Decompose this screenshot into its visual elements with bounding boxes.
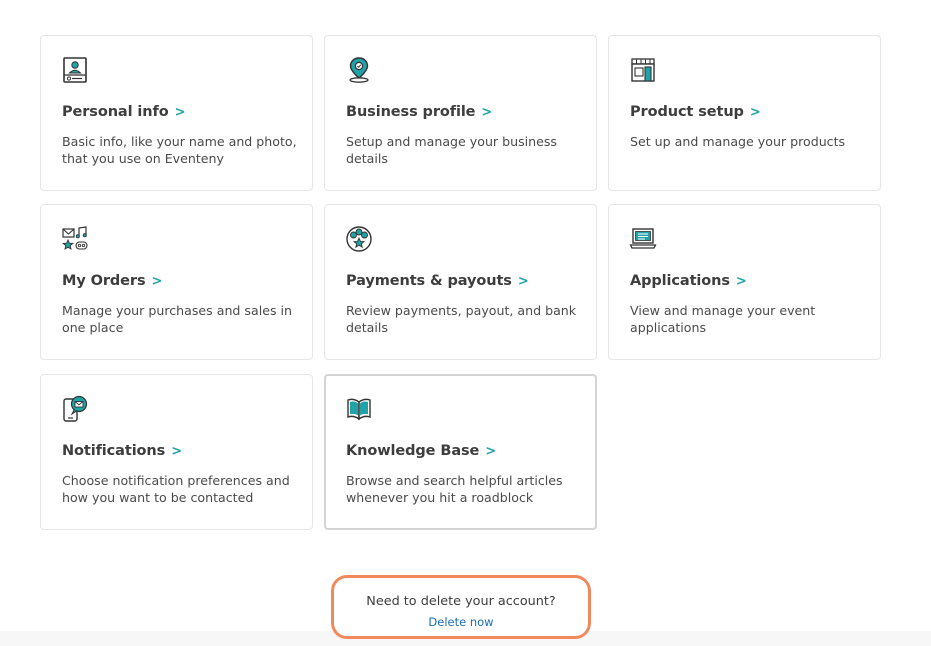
card-description: Manage your purchases and sales in one p…	[62, 303, 292, 335]
card-payments-payouts[interactable]: Payments & payouts > Review payments, pay…	[324, 204, 597, 360]
card-description: Choose notification preferences and how …	[62, 473, 290, 505]
chevron-right-icon: >	[749, 105, 761, 120]
chevron-right-icon: >	[171, 444, 182, 459]
card-description: Review payments, payout, and bank detail…	[346, 303, 577, 335]
card-description: Browse and search helpful articles whene…	[346, 473, 563, 505]
card-business-profile[interactable]: Business profile > Setup and manage your …	[324, 35, 597, 191]
chevron-right-icon: >	[481, 105, 493, 120]
laptop-icon	[629, 225, 657, 253]
card-title: Knowledge Base >	[346, 443, 497, 459]
storefront-icon	[629, 56, 657, 84]
card-description: Set up and manage your products	[630, 134, 846, 149]
chevron-right-icon: >	[151, 274, 163, 289]
chevron-right-icon: >	[517, 274, 529, 289]
card-applications[interactable]: Applications > View and manage your event…	[608, 204, 881, 360]
delete-account-question: Need to delete your account?	[366, 594, 556, 609]
location-pin-icon	[345, 56, 373, 84]
chevron-right-icon: >	[735, 274, 747, 289]
orders-icon	[61, 225, 89, 253]
card-title: Personal info >	[62, 104, 186, 120]
phone-message-icon	[61, 395, 89, 423]
card-product-setup[interactable]: Product setup > Set up and manage your pr…	[608, 35, 881, 191]
card-title: Product setup >	[630, 104, 761, 120]
open-book-icon	[345, 395, 373, 423]
chevron-right-icon: >	[485, 444, 497, 459]
card-personal-info[interactable]: Personal info > Basic info, like your nam…	[40, 35, 313, 191]
delete-account-box: Need to delete your account? Delete now	[331, 575, 591, 639]
card-knowledge-base[interactable]: Knowledge Base > Browse and search helpfu…	[324, 374, 597, 530]
card-title: Applications >	[630, 273, 747, 289]
chevron-right-icon: >	[174, 105, 186, 120]
payments-icon	[345, 225, 373, 253]
card-description: Setup and manage your business details	[346, 134, 557, 166]
card-description: Basic info, like your name and photo, th…	[62, 134, 297, 166]
card-title: Notifications >	[62, 443, 182, 459]
card-title: My Orders >	[62, 273, 163, 289]
card-notifications[interactable]: Notifications > Choose notification prefe…	[40, 374, 313, 530]
card-title: Payments & payouts >	[346, 273, 529, 289]
card-my-orders[interactable]: My Orders > Manage your purchases and sal…	[40, 204, 313, 360]
card-description: View and manage your event applications	[630, 303, 816, 335]
id-card-icon	[61, 56, 89, 84]
delete-now-link[interactable]: Delete now	[428, 615, 493, 629]
card-title: Business profile >	[346, 104, 493, 120]
